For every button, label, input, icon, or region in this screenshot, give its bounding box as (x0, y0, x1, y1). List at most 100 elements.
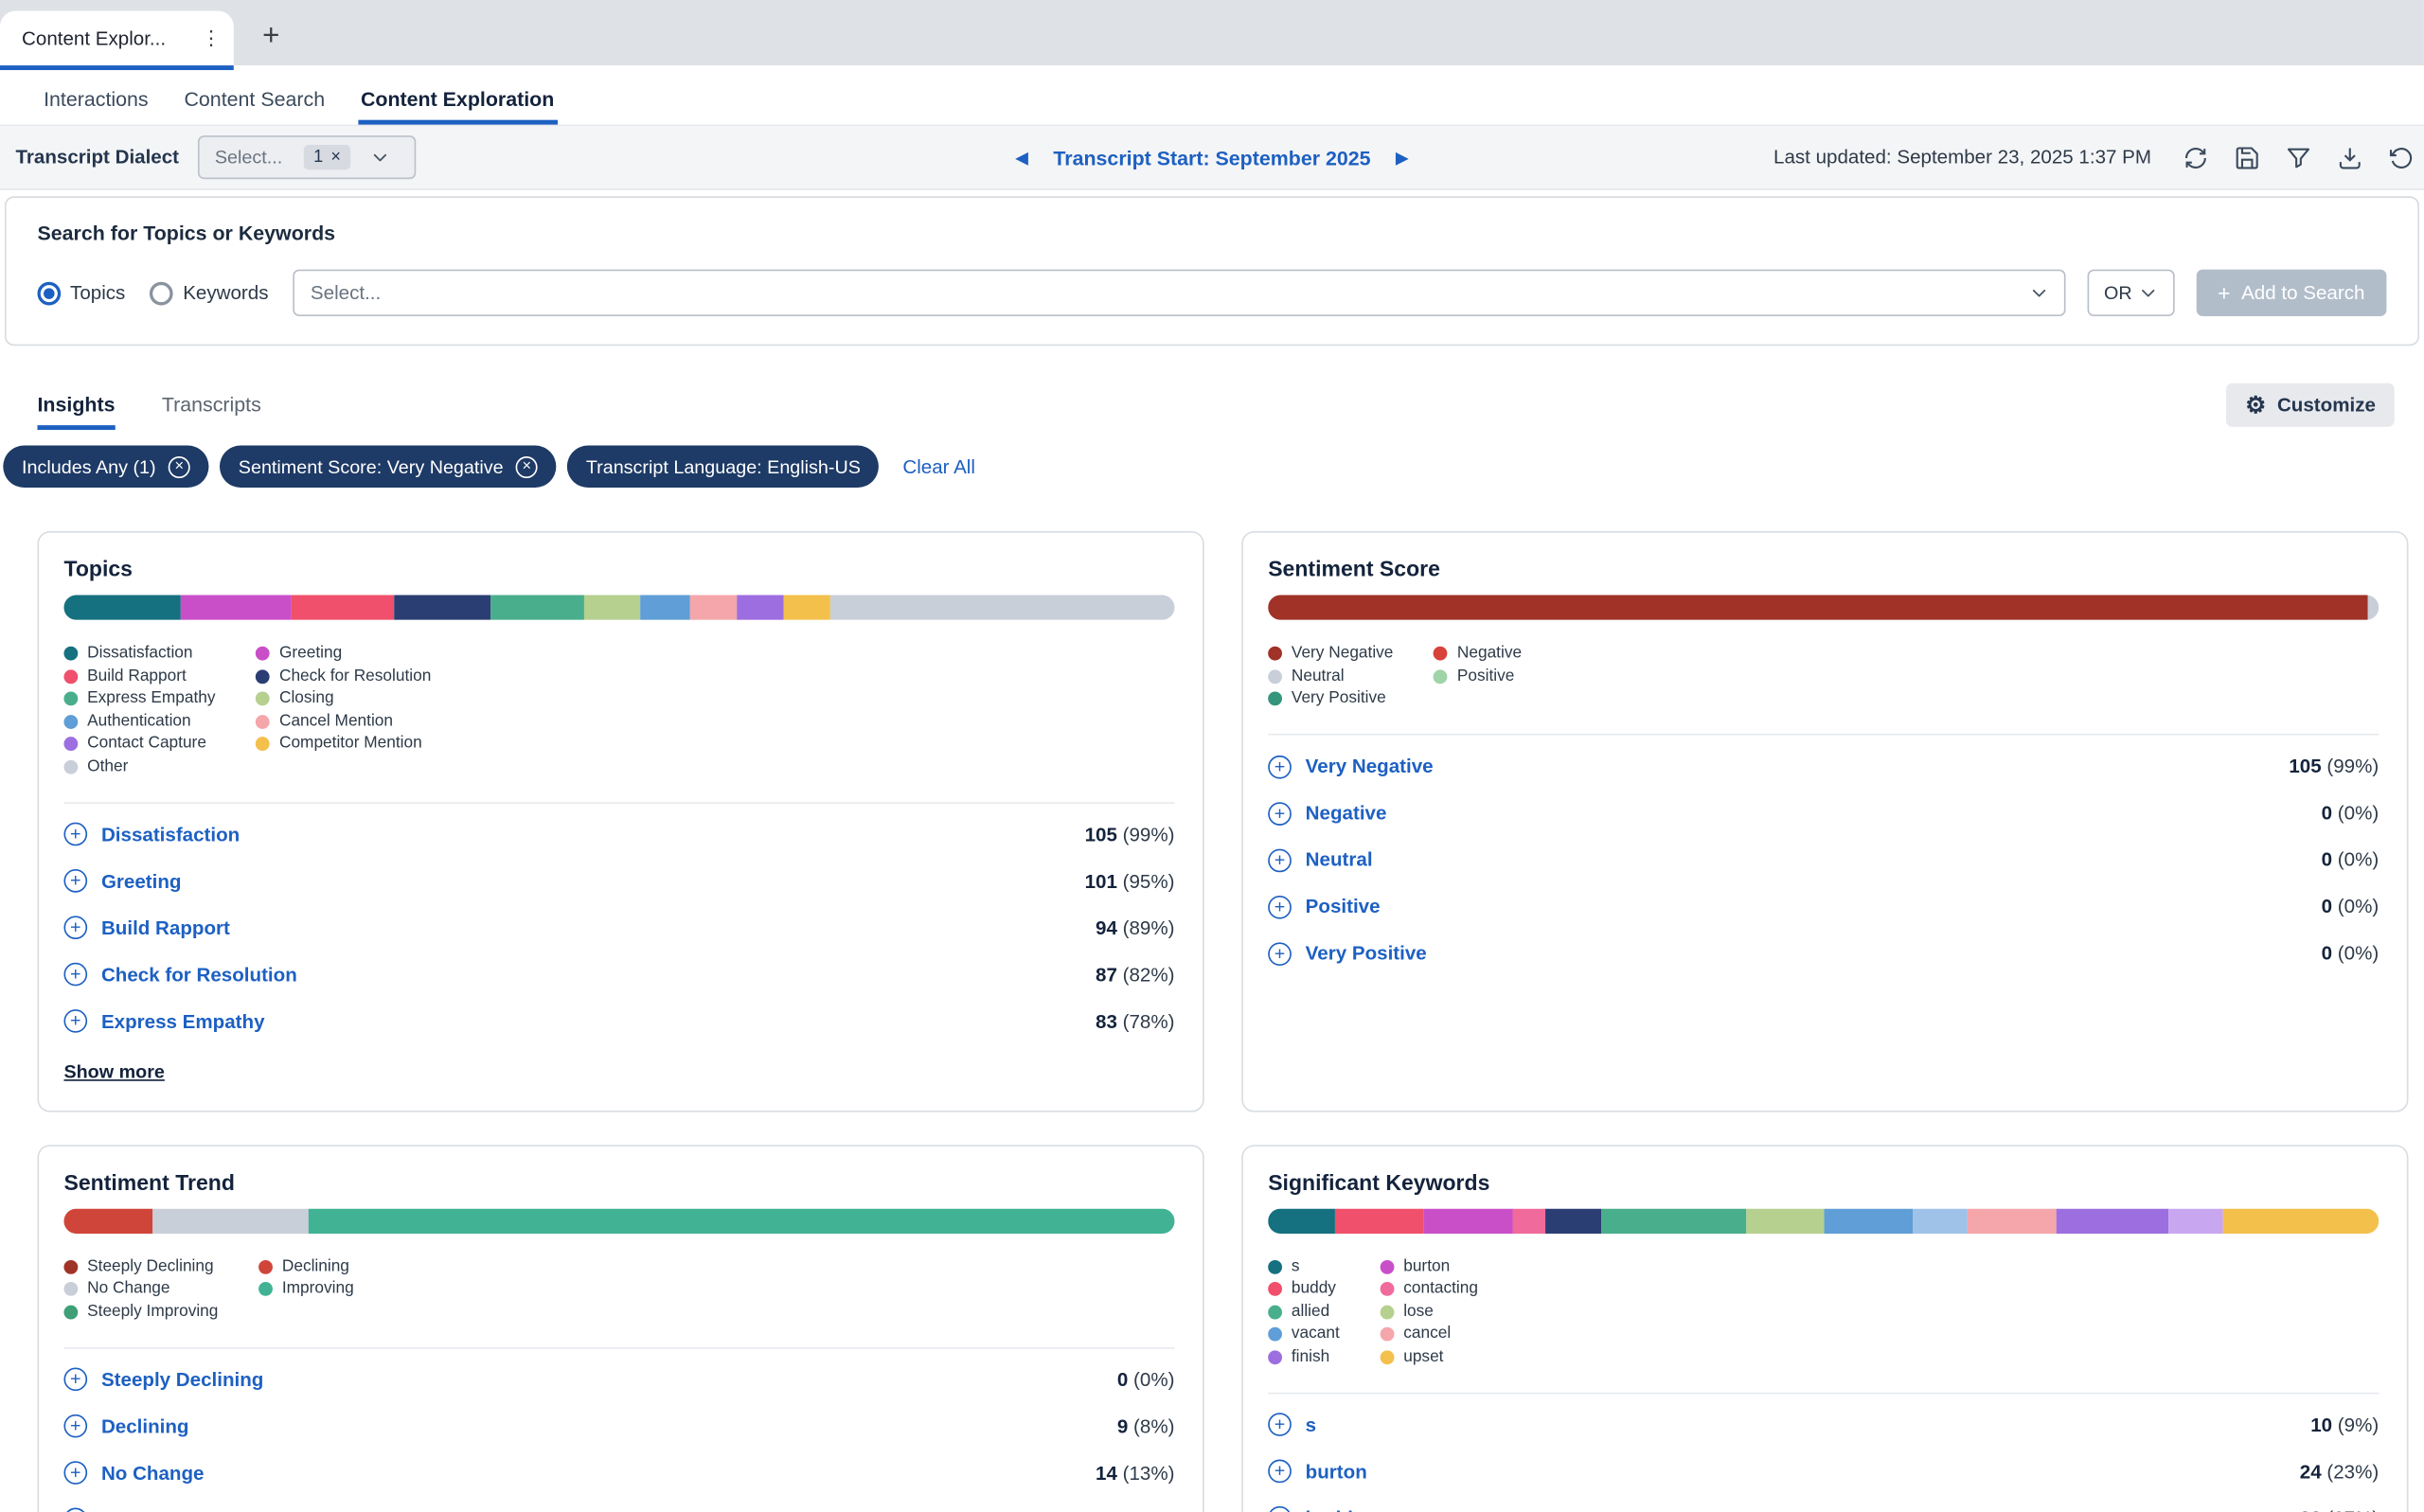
expand-plus-icon[interactable]: + (1268, 895, 1292, 918)
new-tab-button[interactable]: + (249, 15, 293, 59)
legend-label: Closing (279, 688, 334, 708)
radio-selected-icon[interactable] (37, 281, 61, 305)
chevron-down-icon[interactable] (360, 137, 401, 178)
metric-label[interactable]: Declining (101, 1415, 189, 1437)
transcript-dialect-label: Transcript Dialect (15, 147, 179, 169)
topic-select[interactable]: Select... (294, 270, 2065, 316)
metric-label[interactable]: Steeply Declining (101, 1368, 263, 1390)
pill-remove-icon[interactable]: × (516, 455, 538, 477)
bar-segment (181, 595, 292, 619)
metric-row: +Declining9 (8%) (63, 1403, 1174, 1450)
vertical-dots-icon[interactable]: ⋮ (201, 26, 221, 50)
show-more-link[interactable]: Show more (63, 1060, 164, 1082)
metric-label[interactable]: Very Positive (1306, 942, 1427, 964)
legend-dot-icon (258, 1282, 273, 1296)
legend-label: Steeply Declining (87, 1256, 213, 1276)
metric-label[interactable]: burton (1306, 1460, 1367, 1482)
plus-icon: + (2218, 280, 2230, 305)
metric-label[interactable]: buddy (1306, 1507, 1364, 1512)
chip-clear-icon[interactable]: × (330, 149, 341, 166)
expand-plus-icon[interactable]: + (63, 916, 87, 939)
sentiment-score-rows: +Very Negative105 (99%)+Negative0 (0%)+N… (1268, 743, 2379, 977)
tab-transcripts[interactable]: Transcripts (162, 393, 261, 430)
download-icon[interactable] (2337, 144, 2363, 170)
expand-plus-icon[interactable]: + (1268, 801, 1292, 825)
metric-label[interactable]: Very Negative (1306, 756, 1434, 777)
legend-item: lose (1381, 1302, 1478, 1322)
legend-label: Very Negative (1292, 643, 1394, 663)
metric-value: 0 (0%) (2322, 802, 2379, 824)
dialect-count: 1 (313, 148, 323, 167)
expand-plus-icon[interactable]: + (63, 1461, 87, 1485)
legend-dot-icon (63, 1305, 78, 1319)
legend-item: Very Positive (1268, 688, 1393, 708)
browser-tab[interactable]: Content Explor... ⋮ (0, 11, 234, 66)
customize-label: Customize (2277, 394, 2376, 416)
metric-label[interactable]: Greeting (101, 870, 182, 892)
expand-plus-icon[interactable]: + (1268, 1413, 1292, 1436)
expand-plus-icon[interactable]: + (1268, 1460, 1292, 1484)
legend-dot-icon (1268, 1282, 1282, 1296)
topics-radio[interactable]: Topics (37, 281, 125, 305)
metric-label[interactable]: Express Empathy (101, 1010, 265, 1032)
transcript-start-label[interactable]: Transcript Start: September 2025 (1053, 146, 1370, 169)
metric-label[interactable]: Check for Resolution (101, 964, 297, 986)
active-tab-indicator (0, 65, 234, 70)
prev-period-arrow-icon[interactable]: ◀ (1015, 147, 1028, 167)
expand-plus-icon[interactable]: + (63, 1414, 87, 1438)
legend-dot-icon (63, 669, 78, 684)
keywords-legend: sburtonbuddycontactingalliedlosevacantca… (1268, 1256, 2379, 1367)
metric-label[interactable]: Neutral (1306, 849, 1373, 871)
metric-label[interactable]: Build Rapport (101, 916, 230, 938)
tab-content-exploration[interactable]: Content Exploration (358, 81, 558, 125)
save-icon[interactable] (2234, 144, 2260, 170)
pill-remove-icon[interactable]: × (169, 455, 190, 477)
radio-unselected-icon[interactable] (151, 281, 174, 305)
legend-dot-icon (256, 669, 270, 684)
clear-all-link[interactable]: Clear All (902, 455, 975, 477)
sentiment-score-card: Sentiment Score Very NegativeNegativeNeu… (1241, 531, 2408, 1112)
expand-plus-icon[interactable]: + (63, 963, 87, 987)
metric-label[interactable]: s (1306, 1414, 1316, 1435)
expand-plus-icon[interactable]: + (63, 1367, 87, 1391)
metric-row: +Very Positive0 (0%) (1268, 930, 2379, 976)
metric-label[interactable]: No Change (101, 1462, 205, 1484)
metric-row: +burton24 (23%) (1268, 1448, 2379, 1494)
expand-plus-icon[interactable]: + (1268, 848, 1292, 872)
refresh-icon[interactable] (2183, 144, 2209, 170)
metric-label[interactable]: Dissatisfaction (101, 823, 240, 845)
expand-plus-icon[interactable]: + (1268, 755, 1292, 778)
bar-segment (490, 595, 585, 619)
expand-plus-icon[interactable]: + (63, 1508, 87, 1512)
bar-segment (585, 595, 641, 619)
expand-plus-icon[interactable]: + (63, 823, 87, 846)
filter-icon[interactable] (2286, 144, 2312, 170)
expand-plus-icon[interactable]: + (1268, 942, 1292, 966)
customize-button[interactable]: ⚙ Customize (2227, 383, 2395, 427)
reset-icon[interactable] (2388, 144, 2415, 170)
legend-item: Very Negative (1268, 643, 1393, 663)
expand-plus-icon[interactable]: + (63, 869, 87, 893)
next-period-arrow-icon[interactable]: ▶ (1396, 147, 1409, 167)
tab-interactions[interactable]: Interactions (41, 81, 152, 125)
search-mode-radio-group: Topics Keywords (37, 281, 268, 305)
legend-label: Steeply Improving (87, 1302, 218, 1322)
metric-value: 83 (78%) (1096, 1010, 1174, 1032)
tab-insights[interactable]: Insights (37, 393, 115, 430)
dialect-select[interactable]: Select... 1 × (198, 135, 416, 179)
add-to-search-button[interactable]: + Add to Search (2196, 270, 2386, 316)
metric-label[interactable]: Positive (1306, 896, 1381, 917)
expand-plus-icon[interactable]: + (63, 1009, 87, 1033)
legend-label: Contact Capture (87, 734, 206, 754)
tab-content-search[interactable]: Content Search (181, 81, 328, 125)
operator-select[interactable]: OR (2087, 270, 2174, 316)
legend-dot-icon (256, 691, 270, 705)
legend-dot-icon (63, 759, 78, 774)
legend-label: Positive (1457, 666, 1514, 685)
metric-label[interactable]: Negative (1306, 802, 1387, 824)
metric-label[interactable]: Improving (101, 1508, 195, 1512)
keywords-radio[interactable]: Keywords (151, 281, 269, 305)
bar-segment (1268, 595, 2367, 619)
expand-plus-icon[interactable]: + (1268, 1506, 1292, 1512)
dialect-count-chip: 1 × (304, 145, 350, 169)
